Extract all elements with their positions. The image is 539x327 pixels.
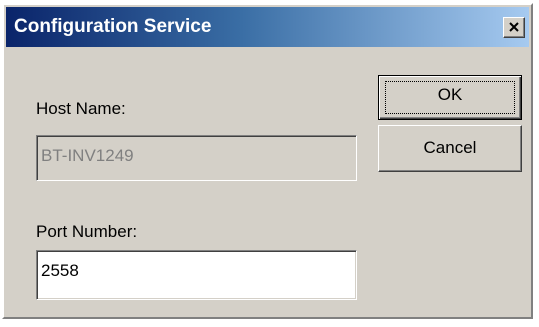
configuration-dialog: Configuration Service Host Name: BT-INV1… bbox=[2, 3, 533, 319]
dialog-title: Configuration Service bbox=[14, 16, 212, 37]
ok-button-label: OK bbox=[437, 85, 463, 104]
host-name-label: Host Name: bbox=[36, 99, 126, 118]
cancel-button[interactable]: Cancel bbox=[378, 125, 522, 172]
close-button[interactable] bbox=[503, 17, 525, 38]
close-x-icon bbox=[509, 22, 519, 32]
title-bar[interactable]: Configuration Service bbox=[6, 7, 529, 47]
cancel-button-label: Cancel bbox=[423, 138, 477, 157]
port-number-label: Port Number: bbox=[36, 222, 138, 241]
port-number-input[interactable]: 2558 bbox=[36, 250, 357, 300]
ok-button[interactable]: OK bbox=[378, 75, 522, 120]
host-name-field: BT-INV1249 bbox=[36, 135, 357, 181]
